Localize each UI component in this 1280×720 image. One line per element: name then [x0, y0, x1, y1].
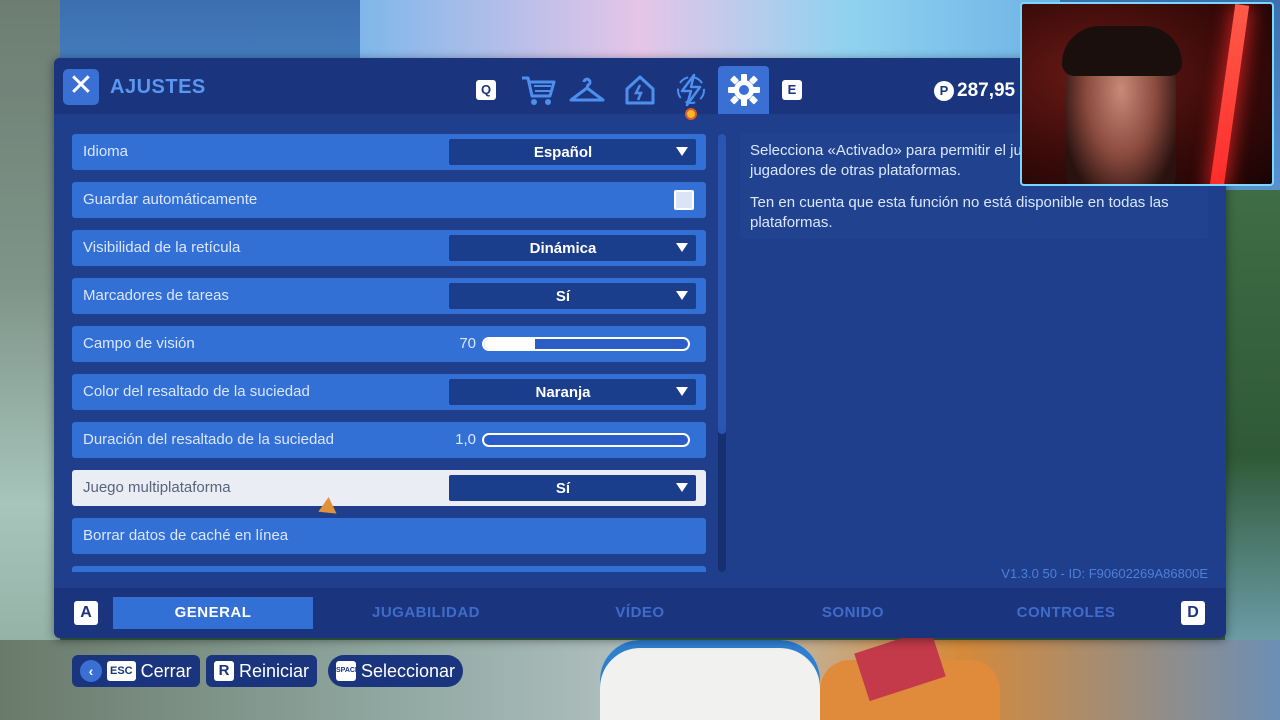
- player-glove: [600, 640, 820, 720]
- setting-label: Color del resaltado de la suciedad: [83, 383, 310, 400]
- category-tabs: A GENERAL JUGABILIDAD VÍDEO SONIDO CONTR…: [54, 588, 1226, 638]
- setting-row-dirt-duration[interactable]: Duración del resaltado de la suciedad 1,…: [72, 422, 706, 458]
- setting-row-clear-cache[interactable]: Borrar datos de caché en línea: [72, 518, 706, 554]
- reset-hint[interactable]: R Reiniciar: [206, 655, 318, 687]
- setting-row-autosave[interactable]: Guardar automáticamente: [72, 182, 706, 218]
- setting-label: Guardar automáticamente: [83, 191, 258, 208]
- hanger-icon[interactable]: [567, 72, 607, 108]
- close-hint[interactable]: ‹ ESC Cerrar: [72, 655, 200, 687]
- webcam-light: [1208, 4, 1250, 184]
- tab-controles[interactable]: CONTROLES: [966, 597, 1166, 629]
- setting-label: Visibilidad de la retícula: [83, 239, 241, 256]
- dropdown-value: Naranja: [535, 384, 591, 401]
- r-key: R: [214, 661, 234, 681]
- next-category-key[interactable]: D: [1181, 601, 1205, 625]
- cart-icon[interactable]: [518, 72, 558, 108]
- chevron-down-icon: [676, 291, 688, 300]
- tab-general[interactable]: GENERAL: [113, 597, 313, 629]
- select-hint-label: Seleccionar: [361, 660, 456, 681]
- chevron-down-icon: [676, 483, 688, 492]
- setting-row-idioma[interactable]: Idioma Español: [72, 134, 706, 170]
- fov-slider[interactable]: [482, 337, 690, 351]
- dropdown-value: Dinámica: [529, 240, 597, 257]
- prev-tab-key[interactable]: Q: [476, 80, 496, 100]
- dropdown-value: Sí: [555, 288, 571, 305]
- version-label: V1.3.0 50 - ID: F90602269A86800E: [1001, 566, 1208, 581]
- setting-label: Marcadores de tareas: [83, 287, 229, 304]
- chevron-down-icon: [676, 147, 688, 156]
- tab-video[interactable]: VÍDEO: [540, 597, 740, 629]
- prev-category-key[interactable]: A: [74, 601, 98, 625]
- setting-row-dirt-color[interactable]: Color del resaltado de la suciedad Naran…: [72, 374, 706, 410]
- close-button[interactable]: ✕: [63, 69, 99, 105]
- dirt-color-dropdown[interactable]: Naranja: [449, 379, 696, 405]
- select-hint[interactable]: SPACE Seleccionar: [328, 655, 464, 687]
- setting-row-reticle[interactable]: Visibilidad de la retícula Dinámica: [72, 230, 706, 266]
- next-tab-key[interactable]: E: [782, 80, 802, 100]
- slider-value: 1,0: [455, 431, 476, 448]
- autosave-checkbox[interactable]: [674, 190, 694, 210]
- description-line-2: Ten en cuenta que esta función no está d…: [750, 194, 1169, 231]
- reticle-dropdown[interactable]: Dinámica: [449, 235, 696, 261]
- webcam-hair: [1062, 26, 1182, 76]
- language-dropdown[interactable]: Español: [449, 139, 696, 165]
- setting-row-crossplay[interactable]: Juego multiplataforma Sí: [72, 470, 706, 506]
- dropdown-value: Español: [533, 144, 593, 161]
- notification-dot: [685, 108, 697, 120]
- scrollbar-thumb[interactable]: [718, 134, 726, 434]
- close-hint-label: Cerrar: [140, 660, 192, 681]
- dropdown-value: Sí: [555, 480, 571, 497]
- slider-fill: [484, 339, 535, 349]
- tab-sonido[interactable]: SONIDO: [753, 597, 953, 629]
- setting-label: Campo de visión: [83, 335, 195, 352]
- reset-hint-label: Reiniciar: [239, 660, 310, 681]
- setting-row-task-markers[interactable]: Marcadores de tareas Sí: [72, 278, 706, 314]
- dirt-duration-slider[interactable]: [482, 433, 690, 447]
- setting-label: Duración del resaltado de la suciedad: [83, 431, 334, 448]
- space-key: SPACE: [336, 661, 360, 681]
- esc-key: ESC: [107, 661, 136, 681]
- currency-display: P 287,95: [934, 80, 1015, 102]
- back-arrow-icon: ‹: [80, 660, 102, 682]
- chevron-down-icon: [676, 387, 688, 396]
- settings-scrollbar[interactable]: [718, 134, 726, 572]
- slider-value: 70: [459, 335, 476, 352]
- house-icon[interactable]: [620, 72, 660, 108]
- setting-row-next: [72, 566, 706, 572]
- currency-value: 287,95: [957, 80, 1016, 101]
- background-wall: [0, 0, 60, 720]
- settings-list: Idioma Español Guardar automáticamente V…: [72, 134, 708, 572]
- tab-jugabilidad[interactable]: JUGABILIDAD: [326, 597, 526, 629]
- chevron-down-icon: [676, 243, 688, 252]
- lightning-icon[interactable]: [671, 72, 711, 108]
- setting-label: Idioma: [83, 143, 129, 160]
- gear-icon[interactable]: [724, 72, 764, 108]
- coin-icon: P: [934, 81, 954, 101]
- webcam-overlay: [1020, 2, 1274, 186]
- background-sky: [360, 0, 1060, 60]
- setting-label: Juego multiplataforma: [83, 479, 231, 496]
- crossplay-dropdown[interactable]: Sí: [449, 475, 696, 501]
- task-markers-dropdown[interactable]: Sí: [449, 283, 696, 309]
- page-title: AJUSTES: [110, 76, 206, 98]
- setting-row-fov[interactable]: Campo de visión 70: [72, 326, 706, 362]
- setting-label: Borrar datos de caché en línea: [83, 527, 289, 544]
